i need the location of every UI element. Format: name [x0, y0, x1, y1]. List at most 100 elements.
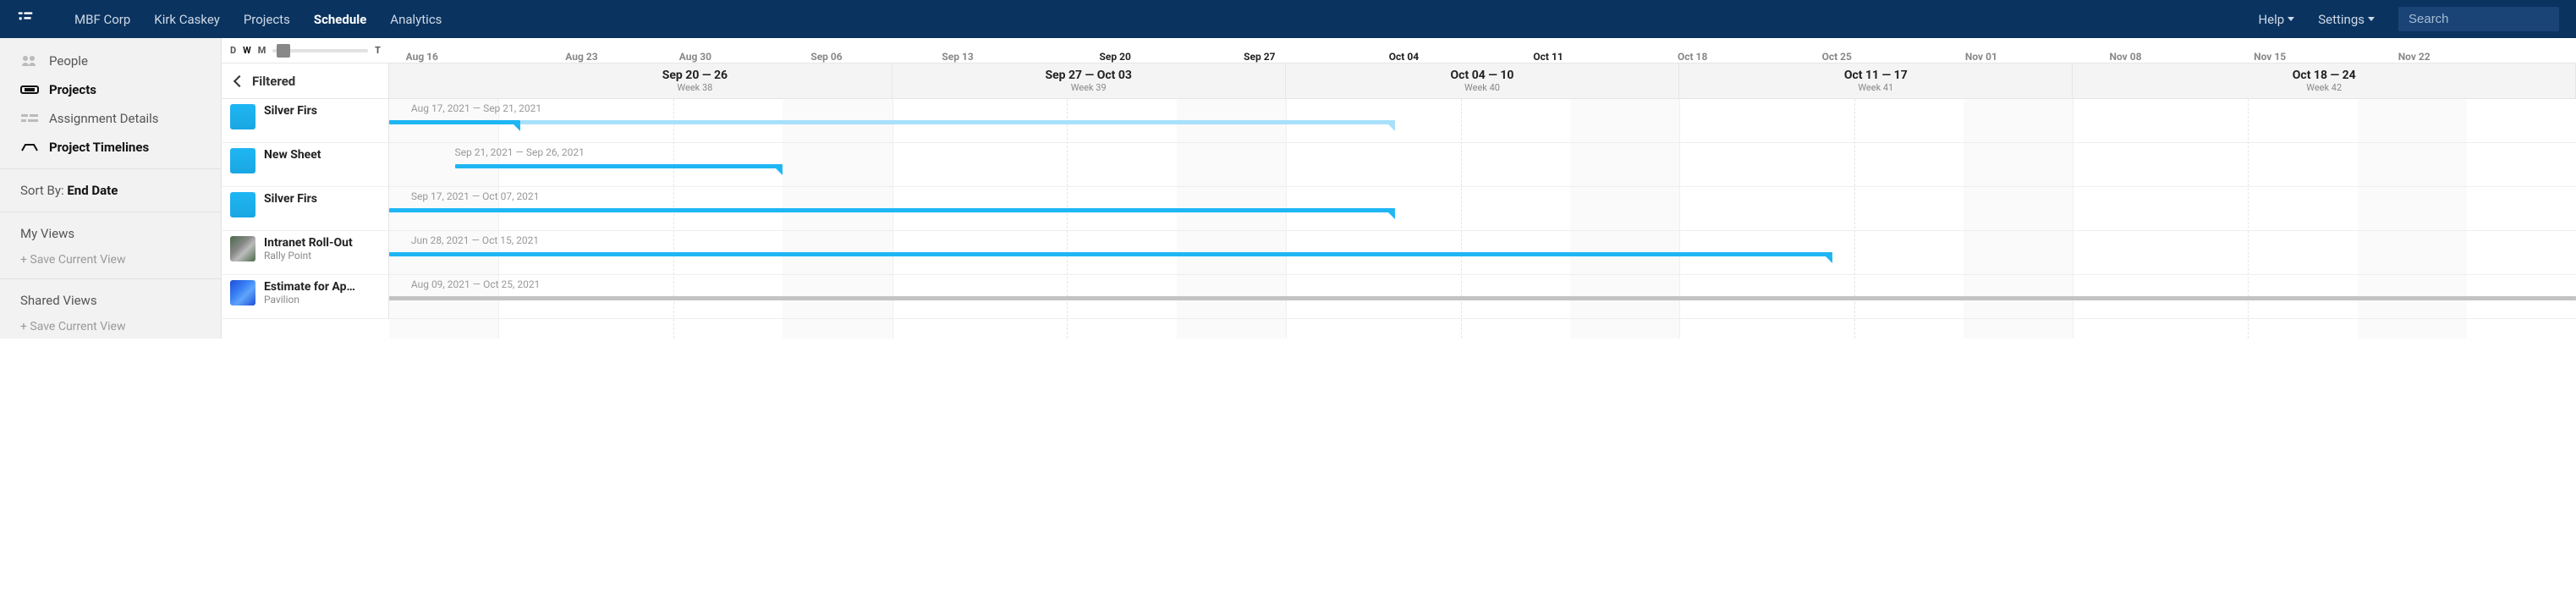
timeline-grid[interactable]: Silver Firs Aug 17, 2021 — Sep 21, 2021 Ne… [222, 99, 2576, 339]
projects-icon [20, 82, 39, 97]
week-title: Sep 27 — Oct 03 [1045, 69, 1131, 82]
back-filtered[interactable]: Filtered [222, 63, 389, 98]
bar-end-marker-icon [776, 168, 783, 175]
assignment-details-icon [20, 111, 39, 126]
date-tick[interactable]: Aug 23 [565, 51, 597, 63]
nav-user[interactable]: Kirk Caskey [154, 12, 220, 27]
zoom-m[interactable]: M [258, 45, 266, 56]
row-label-cell[interactable]: Intranet Roll-OutRally Point [222, 231, 389, 274]
timeline-bar[interactable] [389, 296, 2576, 300]
zoom-t[interactable]: T [375, 45, 381, 56]
week-header: Filtered Sep 20 — 26Week 38Sep 27 — Oct … [222, 63, 2576, 99]
bar-area[interactable]: Aug 17, 2021 — Sep 21, 2021 [389, 99, 2576, 142]
row-label-cell[interactable]: Silver Firs [222, 187, 389, 230]
date-tick[interactable]: Aug 16 [406, 51, 438, 63]
date-tick[interactable]: Oct 04 [1389, 51, 1419, 63]
date-tick[interactable]: Nov 08 [2109, 51, 2141, 63]
date-range-label: Aug 17, 2021 — Sep 21, 2021 [411, 102, 541, 114]
zoom-control[interactable]: DWM T [222, 45, 389, 56]
caret-down-icon [2368, 17, 2375, 21]
zoom-slider[interactable] [272, 49, 368, 52]
date-range-label: Aug 09, 2021 — Oct 25, 2021 [411, 278, 540, 290]
week-cell[interactable]: Oct 11 — 17Week 41 [1679, 63, 2073, 98]
date-tick[interactable]: Aug 30 [679, 51, 711, 63]
sidebar-item-people[interactable]: People [0, 47, 221, 75]
zoom-d[interactable]: D [230, 45, 236, 56]
week-title: Oct 04 — 10 [1451, 69, 1514, 82]
sidebar-label: Project Timelines [49, 140, 149, 155]
timeline-bar[interactable] [389, 252, 1832, 256]
week-subtitle: Week 42 [2306, 82, 2342, 93]
zoom-row: DWM T Aug 16 Aug 23 Aug 30 Sep 06 Sep 13 Sep 2… [222, 38, 2576, 63]
date-tick[interactable]: Nov 01 [1965, 51, 1997, 63]
week-cell[interactable]: Sep 20 — 26Week 38 [498, 63, 892, 98]
date-tick[interactable]: Oct 18 [1678, 51, 1707, 63]
timeline-bar[interactable] [389, 120, 520, 124]
date-tick[interactable]: Nov 15 [2254, 51, 2286, 63]
save-current-view-shared[interactable]: + Save Current View [0, 315, 221, 339]
timeline-bar[interactable] [520, 120, 1395, 124]
filtered-label: Filtered [252, 74, 295, 89]
date-tick[interactable]: Oct 11 [1533, 51, 1563, 63]
bar-area[interactable]: Jun 28, 2021 — Oct 15, 2021 [389, 231, 2576, 274]
week-subtitle: Week 39 [1071, 82, 1107, 93]
week-title: Oct 18 — 24 [2293, 69, 2356, 82]
bar-area[interactable]: Aug 09, 2021 — Oct 25, 2021 [389, 275, 2576, 318]
project-thumbnail [230, 104, 255, 129]
zoom-slider-thumb[interactable] [277, 44, 290, 58]
project-thumbnail [230, 236, 255, 261]
top-nav: MBF Corp Kirk Caskey Projects Schedule A… [0, 0, 2576, 38]
zoom-w[interactable]: W [243, 45, 251, 56]
date-tick[interactable]: Oct 25 [1822, 51, 1852, 63]
timeline-row[interactable]: Estimate for Ap…Pavilion Aug 09, 2021 — O… [222, 275, 2576, 319]
sidebar-item-timelines[interactable]: Project Timelines [0, 133, 221, 162]
timeline-row[interactable]: Intranet Roll-OutRally Point Jun 28, 2021… [222, 231, 2576, 275]
project-client: Pavilion [264, 294, 355, 306]
search-input[interactable] [2398, 7, 2559, 31]
bar-end-marker-icon [514, 124, 520, 131]
week-cell[interactable]: Sep 27 — Oct 03Week 39 [893, 63, 1286, 98]
date-tick[interactable]: Nov 22 [2398, 51, 2430, 63]
timeline-bar[interactable] [455, 164, 783, 168]
shared-views-header: Shared Views [0, 286, 221, 315]
date-tick[interactable]: Sep 13 [942, 51, 973, 63]
week-cell[interactable]: Oct 04 — 10Week 40 [1286, 63, 1679, 98]
nav-help[interactable]: Help [2258, 12, 2294, 27]
date-tick[interactable]: Sep 27 [1244, 51, 1275, 63]
row-label-cell[interactable]: Silver Firs [222, 99, 389, 142]
row-label-cell[interactable]: New Sheet [222, 143, 389, 186]
timeline-row[interactable]: Silver Firs Aug 17, 2021 — Sep 21, 2021 [222, 99, 2576, 143]
project-client: Rally Point [264, 250, 353, 261]
nav-projects[interactable]: Projects [244, 12, 290, 27]
date-range-label: Jun 28, 2021 — Oct 15, 2021 [411, 234, 539, 246]
timelines-icon [20, 140, 39, 155]
bar-area[interactable]: Sep 17, 2021 — Oct 07, 2021 [389, 187, 2576, 230]
week-cell[interactable]: Oct 18 — 24Week 42 [2073, 63, 2576, 98]
my-views-header: My Views [0, 219, 221, 248]
people-icon [20, 53, 39, 69]
sidebar-item-assignment[interactable]: Assignment Details [0, 104, 221, 133]
sidebar-label: Assignment Details [49, 111, 159, 126]
timeline-row[interactable]: Silver FirsSep 17, 2021 — Oct 07, 2021 [222, 187, 2576, 231]
sidebar-item-projects[interactable]: Projects [0, 75, 221, 104]
nav-schedule[interactable]: Schedule [314, 12, 366, 27]
bar-end-marker-icon [1388, 212, 1395, 219]
nav-settings[interactable]: Settings [2318, 12, 2375, 27]
row-label-cell[interactable]: Estimate for Ap…Pavilion [222, 275, 389, 318]
sort-by[interactable]: Sort By: End Date [0, 176, 221, 205]
timeline-row[interactable]: New SheetSep 21, 2021 — Sep 26, 2021 [222, 143, 2576, 187]
week-title: Oct 11 — 17 [1844, 69, 1908, 82]
nav-analytics[interactable]: Analytics [390, 12, 442, 27]
save-current-view[interactable]: + Save Current View [0, 248, 221, 272]
week-subtitle: Week 38 [677, 82, 712, 93]
bar-area[interactable]: Sep 21, 2021 — Sep 26, 2021 [389, 143, 2576, 186]
app-logo-icon[interactable] [17, 9, 34, 30]
project-thumbnail [230, 280, 255, 306]
date-tick[interactable]: Sep 20 [1100, 51, 1131, 63]
week-cells: Sep 20 — 26Week 38Sep 27 — Oct 03Week 39… [389, 63, 2576, 98]
sidebar-label: People [49, 53, 88, 69]
timeline-bar[interactable] [389, 208, 1395, 212]
nav-org[interactable]: MBF Corp [74, 12, 130, 27]
date-tick[interactable]: Sep 06 [810, 51, 842, 63]
project-title: Estimate for Ap… [264, 280, 355, 294]
